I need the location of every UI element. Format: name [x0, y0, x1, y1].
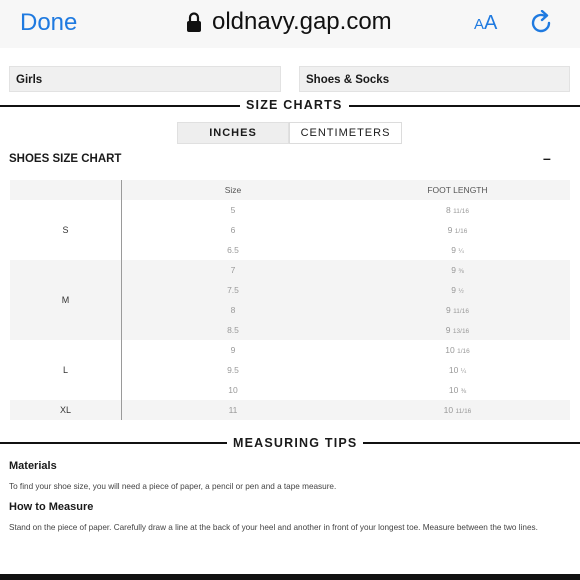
collapse-button[interactable]: – — [543, 150, 551, 166]
size-cell: 5 — [230, 205, 236, 215]
url-text: oldnavy.gap.com — [212, 8, 392, 35]
foot-length-fraction: ⅜ — [458, 268, 464, 275]
tab-inches[interactable]: INCHES — [177, 122, 289, 144]
foot-length-fraction: ⅜ — [460, 388, 467, 395]
materials-heading: Materials — [9, 460, 57, 472]
column-divider — [121, 180, 122, 420]
foot-length-cell: 9 ½ — [345, 280, 570, 300]
size-charts-heading: SIZE CHARTS — [240, 98, 349, 112]
size-cell: 6.5 — [227, 245, 239, 255]
foot-length-cell: 10 ⅜ — [345, 380, 570, 400]
size-group-label: M — [61, 295, 70, 305]
foot-length-fraction: 11/16 — [453, 208, 469, 215]
foot-length-fraction: 11/16 — [453, 308, 469, 315]
how-to-measure-text: Stand on the piece of paper. Carefully d… — [9, 523, 538, 532]
size-cell: 7 — [230, 265, 236, 275]
foot-length-fraction: 13/16 — [452, 328, 470, 335]
foot-length-whole: 10 — [445, 345, 455, 355]
browser-toolbar: Done oldnavy.gap.com AA — [0, 0, 580, 48]
foot-length-column-header: FOOT LENGTH — [427, 185, 488, 195]
text-size-button[interactable]: AA — [474, 12, 497, 35]
size-group-label: L — [62, 365, 68, 375]
foot-length-cell: 9 1/16 — [345, 220, 570, 240]
tab-centimeters[interactable]: CENTIMETERS — [289, 122, 402, 144]
bottom-edge — [0, 574, 580, 580]
how-to-measure-heading: How to Measure — [9, 501, 94, 513]
foot-length-fraction: ½ — [458, 288, 464, 295]
foot-length-fraction: 1/16 — [457, 348, 470, 355]
size-cell: 8 — [230, 305, 236, 315]
foot-length-cell: 9 11/16 — [345, 300, 570, 320]
foot-length-whole: 10 — [443, 405, 454, 415]
foot-length-cell: 10 11/16 — [345, 400, 570, 420]
size-cell: 6 — [230, 225, 236, 235]
foot-length-fraction: ¼ — [460, 368, 467, 375]
size-cell: 7.5 — [227, 285, 239, 295]
size-cell: 11 — [228, 405, 238, 415]
foot-length-cell: 8 11/16 — [345, 200, 570, 220]
size-cell: 8.5 — [227, 325, 239, 335]
foot-length-cell: 9 13/16 — [345, 320, 570, 340]
foot-length-cell: 10 ¼ — [345, 360, 570, 380]
foot-length-cell: 10 1/16 — [345, 340, 570, 360]
shoes-chart-title: SHOES SIZE CHART — [9, 153, 122, 165]
done-button[interactable]: Done — [20, 9, 77, 37]
foot-length-cell: 9 ⅜ — [345, 260, 570, 280]
category-select[interactable]: Girls — [9, 66, 281, 92]
size-cell: 9.5 — [227, 365, 239, 375]
size-cell: 10 — [228, 385, 238, 395]
foot-length-whole: 10 — [448, 365, 459, 375]
size-group-label: XL — [59, 405, 71, 415]
size-group-label: S — [62, 225, 69, 235]
measuring-tips-heading: MEASURING TIPS — [227, 436, 364, 450]
foot-length-whole: 10 — [448, 385, 459, 395]
materials-text: To find your shoe size, you will need a … — [9, 482, 337, 491]
size-cell: 9 — [230, 345, 236, 355]
reload-icon[interactable] — [530, 10, 554, 36]
lock-icon — [187, 12, 201, 32]
foot-length-fraction: 11/16 — [455, 408, 472, 415]
foot-length-cell: 9 ¼ — [345, 240, 570, 260]
foot-length-whole: 9 — [445, 325, 451, 335]
size-table: Size FOOT LENGTH 5 8 11/16 6 9 1/16 6.5 9 ¼ S 7 9 … — [10, 180, 570, 420]
size-column-header: Size — [224, 185, 242, 195]
subcategory-select[interactable]: Shoes & Socks — [299, 66, 570, 92]
foot-length-fraction: 1/16 — [454, 228, 468, 235]
address-bar[interactable]: oldnavy.gap.com — [186, 8, 392, 36]
table-header-row: Size FOOT LENGTH — [10, 180, 570, 200]
foot-length-fraction: ¼ — [458, 248, 464, 255]
